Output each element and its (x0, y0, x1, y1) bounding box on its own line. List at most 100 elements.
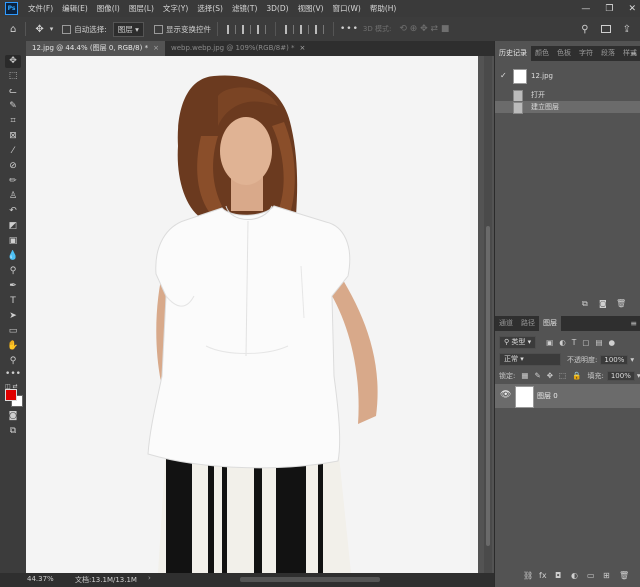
menu-view[interactable]: 视图(V) (298, 3, 324, 14)
menu-3d[interactable]: 3D(D) (266, 4, 288, 13)
chevron-right-icon[interactable]: › (148, 574, 151, 582)
eraser-tool-icon[interactable]: ◩ (5, 220, 21, 233)
new-layer-icon[interactable]: ⊞ (603, 571, 610, 580)
tab-paths[interactable]: 路径 (517, 316, 539, 331)
tab-webp[interactable]: webp.webp.jpg @ 109%(RGB/8#) * × (165, 41, 311, 56)
blend-mode-dropdown[interactable]: 正常 ▾ (499, 353, 561, 366)
trash-icon[interactable]: 🗑 (616, 299, 626, 308)
show-transform-checkbox[interactable] (153, 24, 163, 34)
tab-12-jpg[interactable]: 12.jpg @ 44.4% (图层 0, RGB/8) * × (26, 41, 165, 56)
workspace-icon[interactable] (600, 25, 611, 33)
clone-stamp-tool-icon[interactable]: ♙ (5, 190, 21, 203)
chevron-down-icon[interactable]: ▾ (630, 355, 634, 364)
vertical-scrollbar[interactable] (484, 56, 492, 573)
menu-layer[interactable]: 图层(L) (129, 3, 154, 14)
tab-channels[interactable]: 通道 (495, 316, 517, 331)
align-middle-icon[interactable] (299, 24, 309, 34)
layer-filter-dropdown[interactable]: ⚲ 类型 ▾ (499, 336, 537, 349)
align-left-icon[interactable] (226, 24, 236, 34)
more-options-button[interactable]: ••• (340, 24, 359, 34)
fx-icon[interactable]: fx (539, 571, 547, 580)
eyedropper-tool-icon[interactable]: ⁄ (5, 145, 21, 158)
lock-position-icon[interactable]: ✥ (547, 371, 553, 380)
blur-tool-icon[interactable]: 💧 (5, 250, 21, 263)
menu-type[interactable]: 文字(Y) (163, 3, 188, 14)
link-layers-icon[interactable]: ⛓ (523, 571, 533, 580)
menu-file[interactable]: 文件(F) (28, 3, 53, 14)
align-bottom-icon[interactable] (314, 24, 324, 34)
hand-tool-icon[interactable]: ✋ (5, 340, 21, 353)
home-icon[interactable]: ⌂ (10, 24, 16, 35)
tab-history[interactable]: 历史记录 (495, 46, 531, 61)
close-tab-icon[interactable]: × (300, 44, 306, 52)
healing-brush-tool-icon[interactable]: ⊘ (5, 160, 21, 173)
menu-image[interactable]: 图像(I) (97, 3, 120, 14)
path-select-tool-icon[interactable]: ➤ (5, 310, 21, 323)
scrollbar-thumb[interactable] (486, 226, 490, 546)
tab-character[interactable]: 字符 (575, 46, 597, 61)
lock-all-icon[interactable]: 🔒 (572, 371, 581, 380)
filter-type-icon[interactable]: T (572, 338, 577, 347)
tab-paragraph[interactable]: 段落 (597, 46, 619, 61)
chevron-down-icon[interactable]: ▾ (50, 25, 54, 33)
menu-window[interactable]: 窗口(W) (333, 3, 361, 14)
panel-menu-icon[interactable]: ≡ (630, 316, 637, 331)
lock-artboard-icon[interactable]: ⬚ (559, 371, 566, 380)
lasso-tool-icon[interactable]: ᓚ (5, 85, 21, 98)
lock-transparency-icon[interactable]: ▦ (521, 371, 528, 380)
brush-tool-icon[interactable]: ✏ (5, 175, 21, 188)
crop-tool-icon[interactable]: ⌗ (5, 115, 21, 128)
tab-layers[interactable]: 图层 (539, 316, 561, 331)
history-item-new-layer[interactable]: 建立图层 (495, 101, 640, 114)
zoom-tool-icon[interactable]: ⚲ (5, 355, 21, 368)
move-tool-icon[interactable]: ✥ (35, 24, 43, 35)
close-window-button[interactable]: ✕ (628, 4, 636, 14)
history-item-open[interactable]: 打开 (495, 89, 640, 102)
menu-select[interactable]: 选择(S) (197, 3, 223, 14)
pen-tool-icon[interactable]: ✒ (5, 280, 21, 293)
screen-mode-icon[interactable]: ⧉ (5, 425, 21, 438)
dodge-tool-icon[interactable]: ⚲ (5, 265, 21, 278)
new-group-icon[interactable]: ▭ (587, 571, 595, 580)
quick-mask-icon[interactable]: ◙ (5, 410, 21, 423)
zoom-level[interactable]: 44.37% (27, 575, 54, 583)
tab-swatches[interactable]: 色板 (553, 46, 575, 61)
marquee-tool-icon[interactable]: ⬚ (5, 70, 21, 83)
filter-toggle-icon[interactable]: ● (609, 338, 616, 347)
share-icon[interactable]: ⇪ (623, 24, 631, 35)
panel-menu-icon[interactable]: ≡ (630, 46, 637, 61)
rectangle-tool-icon[interactable]: ▭ (5, 325, 21, 338)
layer-row[interactable]: 👁 图层 0 (495, 384, 640, 408)
minimize-button[interactable]: — (581, 4, 590, 14)
add-mask-icon[interactable]: ◘ (555, 571, 561, 580)
type-tool-icon[interactable]: T (5, 295, 21, 308)
filter-pixel-icon[interactable]: ▣ (546, 338, 553, 347)
quick-select-tool-icon[interactable]: ✎ (5, 100, 21, 113)
opacity-input[interactable]: 100% (600, 354, 629, 365)
menu-filter[interactable]: 滤镜(T) (232, 3, 257, 14)
align-center-icon[interactable] (241, 24, 251, 34)
filter-adjustment-icon[interactable]: ◐ (559, 338, 566, 347)
trash-icon[interactable]: 🗑 (619, 571, 629, 580)
history-snapshot[interactable]: ✓ 12.jpg (495, 68, 640, 84)
gradient-tool-icon[interactable]: ▣ (5, 235, 21, 248)
camera-icon[interactable]: ◙ (599, 299, 607, 308)
align-top-icon[interactable] (284, 24, 294, 34)
history-brush-tool-icon[interactable]: ↶ (5, 205, 21, 218)
tab-color[interactable]: 颜色 (531, 46, 553, 61)
frame-tool-icon[interactable]: ⊠ (5, 130, 21, 143)
layer-name[interactable]: 图层 0 (537, 391, 558, 401)
fill-input[interactable]: 100% (606, 370, 635, 381)
restore-button[interactable]: ❐ (605, 4, 613, 14)
close-tab-icon[interactable]: × (153, 44, 159, 52)
foreground-color-swatch[interactable] (5, 389, 17, 401)
menu-edit[interactable]: 编辑(E) (62, 3, 88, 14)
move-tool-icon[interactable]: ✥ (5, 55, 21, 68)
filter-shape-icon[interactable]: ▢ (582, 338, 589, 347)
visibility-eye-icon[interactable]: 👁 (500, 390, 511, 400)
menu-help[interactable]: 帮助(H) (370, 3, 397, 14)
auto-select-checkbox[interactable] (62, 24, 72, 34)
document-canvas[interactable] (26, 56, 478, 573)
new-document-from-state-icon[interactable]: ⧉ (582, 299, 588, 309)
lock-pixels-icon[interactable]: ✎ (534, 371, 540, 380)
